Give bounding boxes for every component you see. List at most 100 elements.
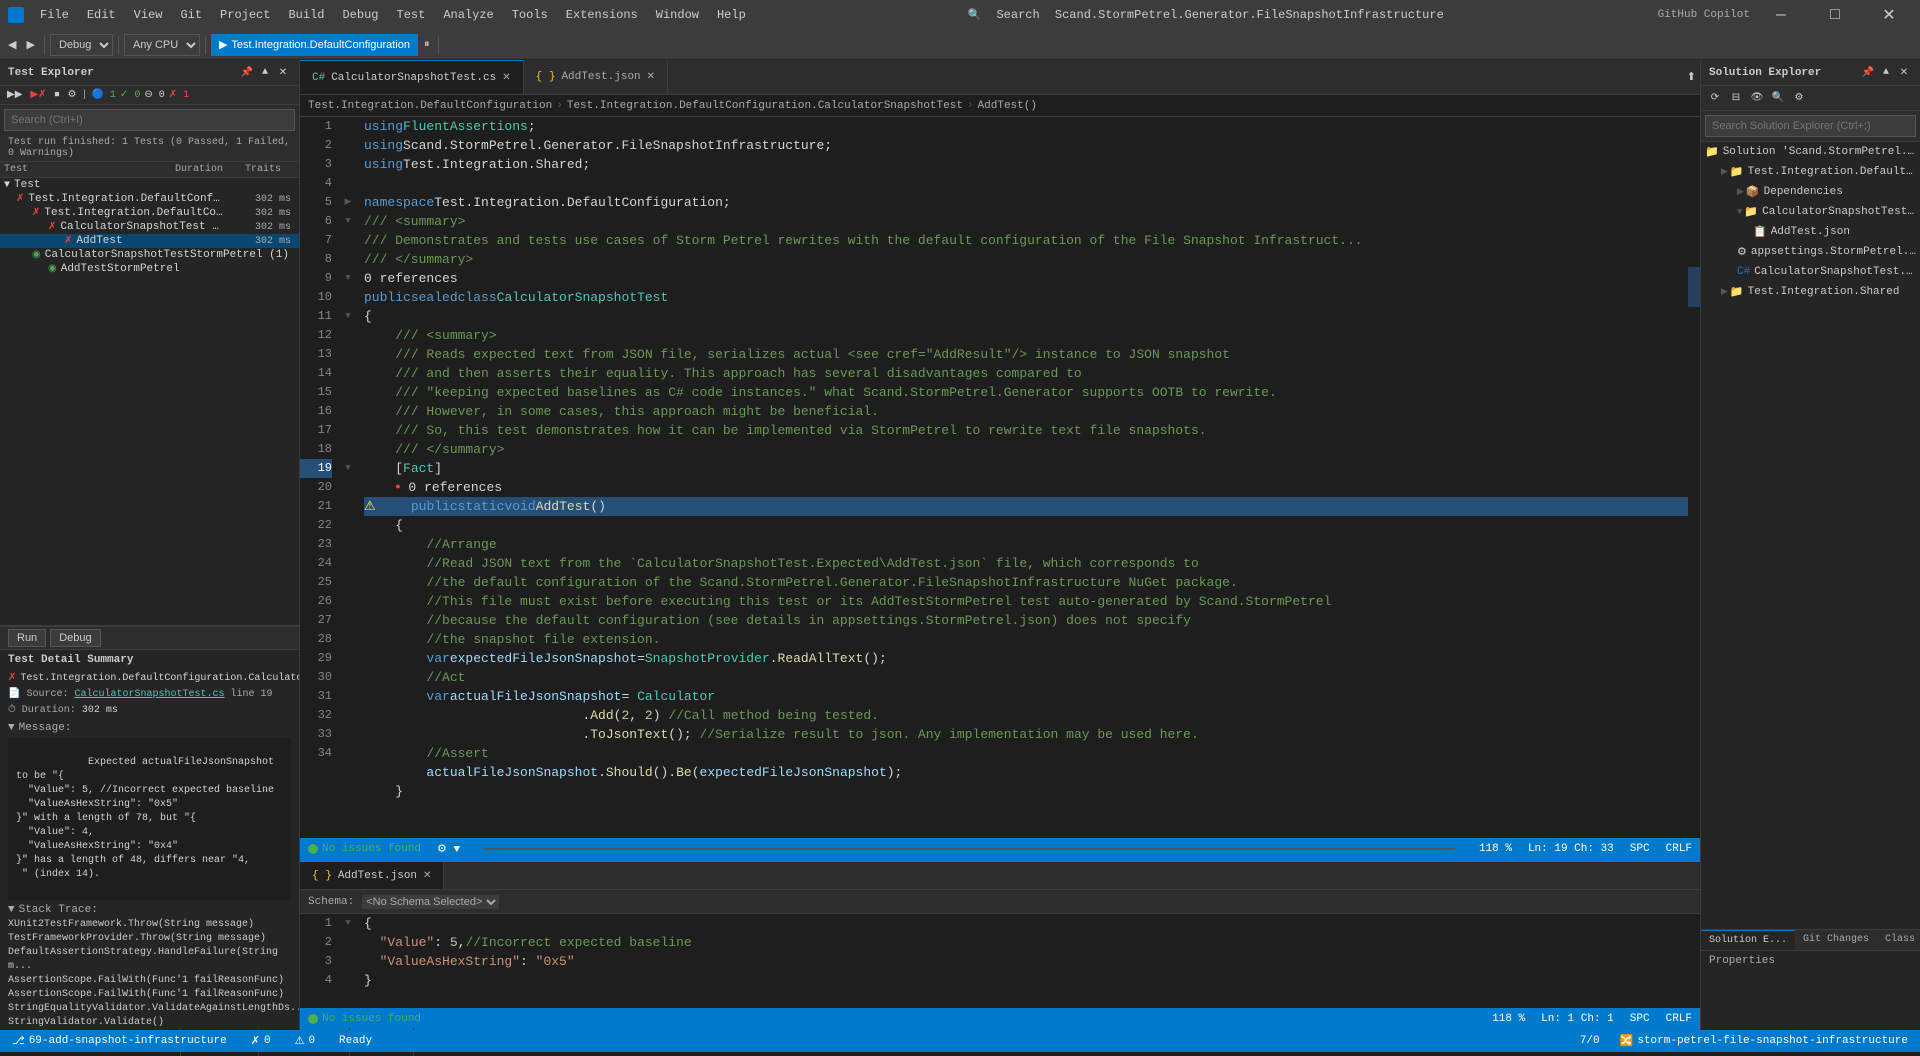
run-failed-btn[interactable]: ▶✗ [27,88,49,102]
se-item-project[interactable]: ▶ 📁 Test.Integration.DefaultConfiguratio… [1701,162,1920,182]
toolbar-forward-btn[interactable]: ▶ [22,36,38,54]
close-button[interactable]: ✕ [1866,0,1912,30]
se-pin-btn[interactable]: 📌 [1860,65,1876,81]
error-count-item[interactable]: ✗ 0 [247,1034,275,1048]
stack-trace-section-header[interactable]: ▼ Stack Trace: [8,904,291,916]
se-close-btn[interactable]: ✕ [1896,65,1912,81]
menu-test[interactable]: Test [389,6,434,24]
fold-btn-19[interactable]: ▼ [340,459,356,478]
code-line-13: /// Reads expected text from JSON file, … [364,345,1688,364]
se-item-appsettings[interactable]: ⚙ appsettings.StormPetrel.json [1701,242,1920,262]
error-filter-btn[interactable]: ⚙ ▼ [437,842,460,856]
fold-btn-11[interactable]: ▼ [340,307,356,326]
fail-icon: ✗ [64,235,72,247]
menu-file[interactable]: File [32,6,77,24]
menu-project[interactable]: Project [212,6,278,24]
repo-item[interactable]: 🔀 storm-petrel-file-snapshot-infrastruct… [1616,1034,1912,1048]
code-content[interactable]: using FluentAssertions; using Scand.Stor… [356,117,1688,838]
menu-tools[interactable]: Tools [504,6,556,24]
run-all-tests-btn[interactable]: ▶▶ [4,88,25,102]
tab-addtest-json-bottom[interactable]: { } AddTest.json ✕ [300,862,444,890]
menu-build[interactable]: Build [280,6,332,24]
se-tab-class[interactable]: Class View [1877,930,1920,950]
list-item[interactable]: ◉ CalculatorSnapshotTestStormPetrel (1) [0,248,299,262]
menu-edit[interactable]: Edit [79,6,124,24]
se-show-all-btn[interactable]: 👁 [1747,88,1767,108]
debug-button[interactable]: Debug [50,629,100,647]
se-tab-git[interactable]: Git Changes [1795,930,1877,950]
menu-window[interactable]: Window [648,6,707,24]
list-item[interactable]: ✗ AddTest 302 ms [0,234,299,248]
run-button[interactable]: Run [8,629,46,647]
test-search-input[interactable] [4,109,295,131]
message-section-header[interactable]: ▼ Message: [8,722,291,734]
git-branch-item[interactable]: ⎇ 69-add-snapshot-infrastructure [8,1034,231,1048]
fold-btn-6[interactable]: ▼ [340,212,356,231]
se-item-solution[interactable]: 📁 Solution 'Scand.StormPetrel.Generator.… [1701,142,1920,162]
code-line-9: 0 references [364,269,1688,288]
se-tab-solution[interactable]: Solution E... [1701,930,1795,950]
se-expand-btn[interactable]: ▲ [1878,65,1894,81]
line-num-11: 11 [300,307,332,326]
fold-btn-9[interactable]: ▼ [340,269,356,288]
minimize-button[interactable]: — [1758,0,1804,30]
tab-calculator-snapshot[interactable]: C# CalculatorSnapshotTest.cs ✕ [300,60,524,95]
menu-view[interactable]: View [126,6,171,24]
menu-debug[interactable]: Debug [334,6,386,24]
list-item[interactable]: ✗ Test.Integration.DefaultConfiguration … [0,192,299,206]
pin-button[interactable]: 📌 [239,65,255,81]
list-item[interactable]: ✗ Test.Integration.DefaultConfiguration … [0,206,299,220]
stack-item: DefaultAssertionStrategy.HandleFailure(S… [8,946,291,974]
repo-icon: 🔀 [1620,1034,1634,1048]
list-item[interactable]: ◉ AddTestStormPetrel [0,262,299,276]
detail-source-link[interactable]: CalculatorSnapshotTest.cs [74,689,224,700]
json-tab-close[interactable]: ✕ [423,870,431,882]
close-panel-button[interactable]: ✕ [275,65,291,81]
se-collapse-btn[interactable]: ⊟ [1726,88,1746,108]
se-search-input[interactable] [1705,115,1916,137]
toolbar-back-btn[interactable]: ◀ [4,36,20,54]
menu-analyze[interactable]: Analyze [435,6,501,24]
breadcrumb-project[interactable]: Test.Integration.DefaultConfiguration [308,100,552,112]
code-line-31: .ToJsonText(); //Serialize result to jso… [364,725,1688,744]
se-item-dependencies[interactable]: ▶ 📦 Dependencies [1701,182,1920,202]
platform-select[interactable]: Any CPU [124,34,200,56]
maximize-button[interactable]: □ [1812,0,1858,30]
menu-git[interactable]: Git [172,6,210,24]
repo-label: storm-petrel-file-snapshot-infrastructur… [1637,1035,1908,1047]
menu-extensions[interactable]: Extensions [558,6,646,24]
menu-help[interactable]: Help [709,6,754,24]
se-sync-btn[interactable]: ⟳ [1705,88,1725,108]
breadcrumb-class[interactable]: Test.Integration.DefaultConfiguration.Ca… [567,100,963,112]
expand-button[interactable]: ▲ [257,65,273,81]
code-line-19-highlighted: ⚠ public static void AddTest() [364,497,1688,516]
se-settings-btn[interactable]: ⚙ [1789,88,1809,108]
tab-close-button[interactable]: ✕ [502,72,510,84]
properties-title: Properties [1709,955,1912,967]
se-item-cs-file[interactable]: C# CalculatorSnapshotTest.cs [1701,262,1920,282]
debug-mode-select[interactable]: Debug [50,34,113,56]
warning-count-item[interactable]: ⚠ 0 [291,1034,319,1048]
se-item-expected[interactable]: ▼ 📁 CalculatorSnapshotTest.Expected [1701,202,1920,222]
se-dependencies-label: Dependencies [1764,186,1843,198]
tab-json-close-button[interactable]: ✕ [647,71,655,83]
toolbar-pause-btn[interactable]: ⏸ [420,37,434,53]
fold-btn-5[interactable]: ▶ [340,193,356,212]
schema-select[interactable]: <No Schema Selected> [362,895,499,909]
stop-btn[interactable]: ⏹ [51,88,62,102]
breadcrumb-method[interactable]: AddTest() [978,100,1037,112]
json-line-1: { [364,914,1700,933]
settings-btn[interactable]: ⚙ [64,88,79,102]
se-item-shared[interactable]: ▶ 📁 Test.Integration.Shared [1701,282,1920,302]
tree-root[interactable]: ▼ Test [0,178,299,192]
se-item-addtest-json[interactable]: 📋 AddTest.json [1701,222,1920,242]
se-filter-btn[interactable]: 🔍 [1768,88,1788,108]
tab-addtest-json[interactable]: { } AddTest.json ✕ [524,60,668,95]
code-line-28: //Act [364,668,1688,687]
run-project-button[interactable]: ▶ Test.Integration.DefaultConfiguration [211,34,418,56]
list-item[interactable]: ✗ CalculatorSnapshotTest (1) 302 ms [0,220,299,234]
json-content[interactable]: { "Value": 5, //Incorrect expected basel… [356,914,1700,1008]
json-fold-btn[interactable]: ▼ [340,914,356,933]
editor-expand-btn[interactable]: ⬆ [1683,68,1700,86]
json-no-issues-icon [308,1014,318,1024]
